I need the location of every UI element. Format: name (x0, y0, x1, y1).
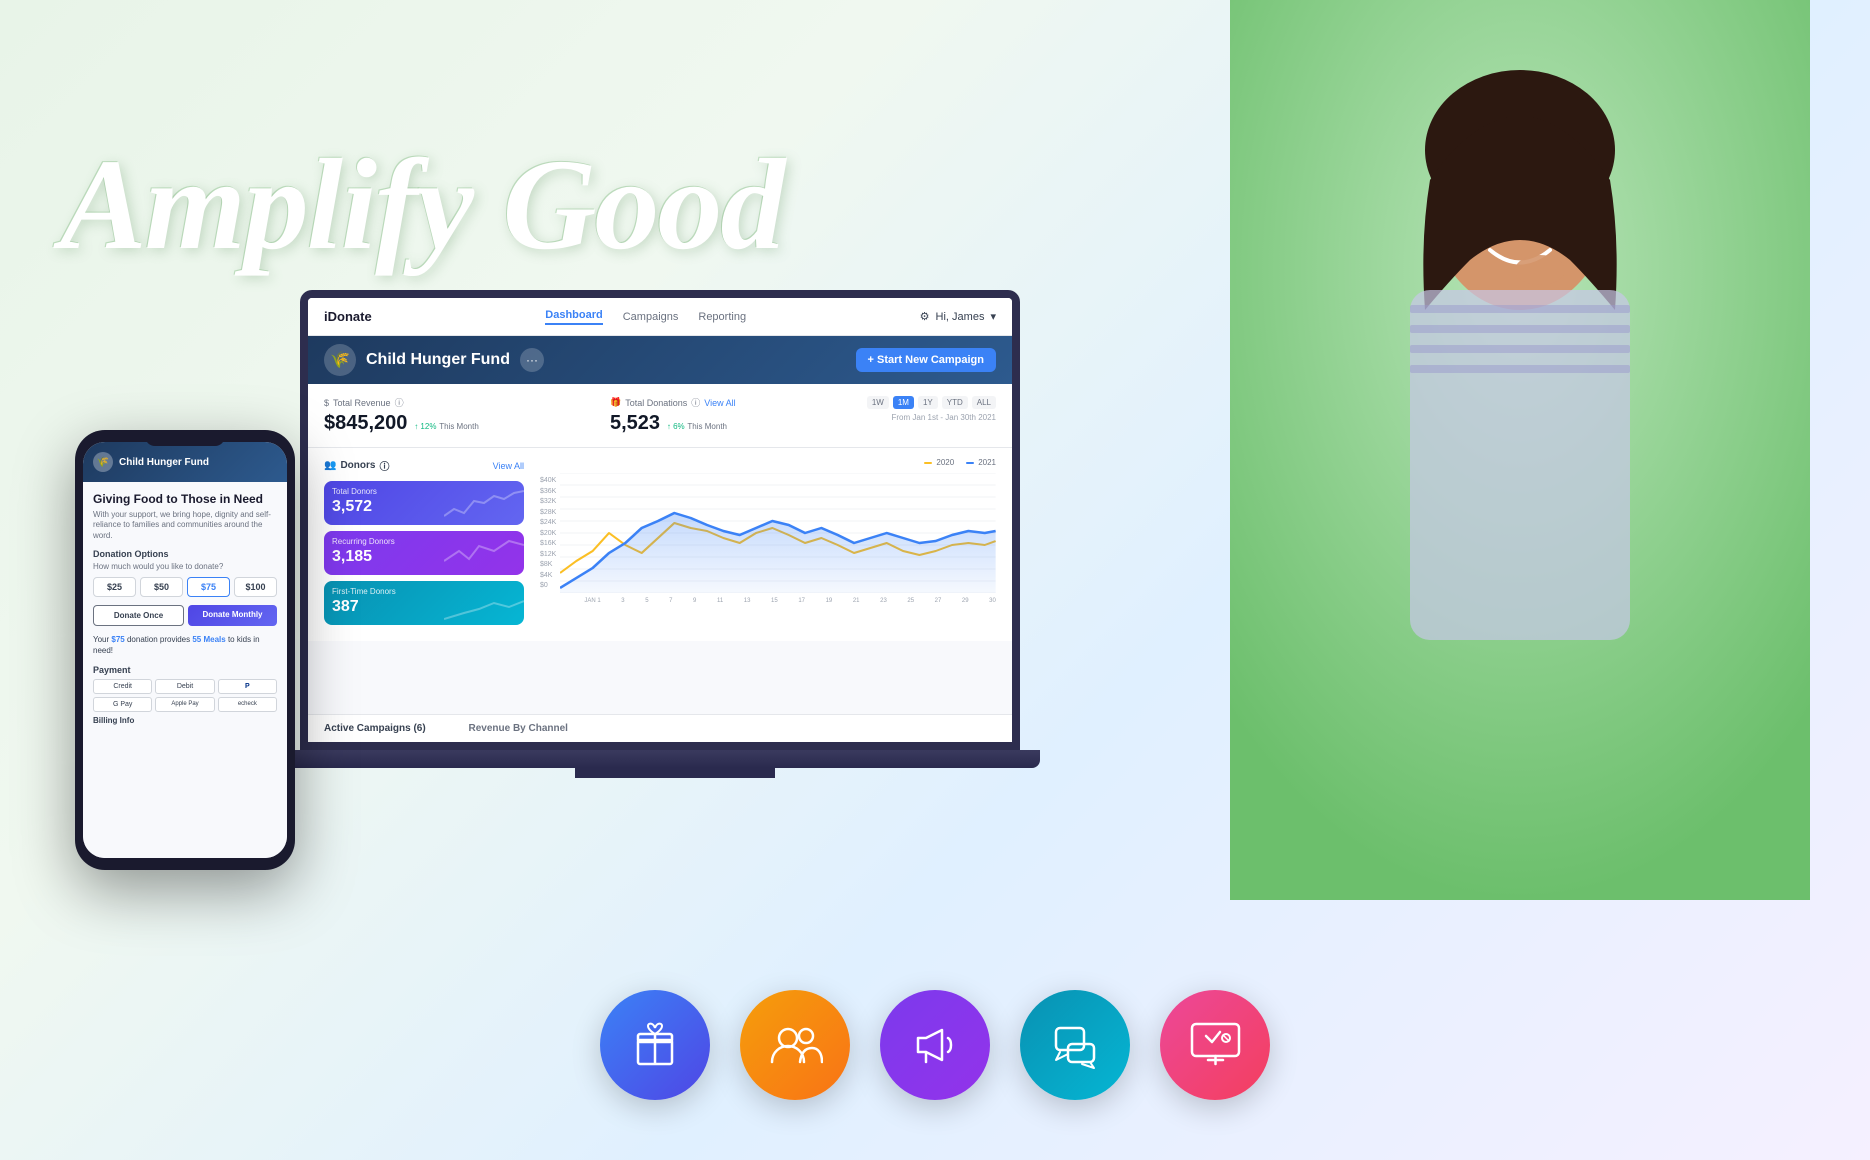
phone-notch (145, 430, 225, 446)
nav-reporting[interactable]: Reporting (698, 311, 746, 323)
revenue-value: $845,200 (324, 412, 407, 434)
phone-body: Giving Food to Those in Need With your s… (83, 482, 287, 858)
campaign-info: 🌾 Child Hunger Fund ··· (324, 344, 544, 376)
donation-amounts: $25 $50 $75 $100 (93, 577, 277, 597)
phone-header-icon: 🌾 (93, 452, 113, 472)
dashboard-header: iDonate Dashboard Campaigns Reporting ⚙ … (308, 298, 1012, 336)
donations-value: 5,523 (610, 412, 660, 434)
line-chart-section: 2020 2021 $40K$36K$32K$28K $24K$20K$16K$… (540, 458, 996, 631)
donations-sub: This Month (687, 422, 727, 431)
donations-change: ↑ 6% (667, 422, 685, 431)
laptop-container: iDonate Dashboard Campaigns Reporting ⚙ … (300, 290, 1050, 790)
phone-screen: 🌾 Child Hunger Fund Giving Food to Those… (83, 442, 287, 858)
laptop-screen: iDonate Dashboard Campaigns Reporting ⚙ … (300, 290, 1020, 750)
payment-echeck[interactable]: echeck (218, 697, 277, 712)
phone-campaign-title: Giving Food to Those in Need (93, 492, 277, 506)
legend-dot-2020 (924, 462, 932, 464)
time-filter-area: 1W 1M 1Y YTD ALL From Jan 1st - Jan 30th… (867, 396, 996, 422)
dashboard-logo: iDonate (324, 309, 372, 324)
donors-section: 👥 Donors ⓘ View All Total Donors 3,572 (324, 458, 524, 631)
bottom-icons (600, 990, 1270, 1100)
filter-ytd[interactable]: YTD (942, 396, 968, 409)
phone-header: 🌾 Child Hunger Fund (83, 442, 287, 482)
payment-methods: Credit Debit P G Pay Apple Pay echeck (93, 679, 277, 712)
campaign-menu-button[interactable]: ··· (520, 348, 544, 372)
gift-feature-icon[interactable] (600, 990, 710, 1100)
billing-info-label: Billing Info (93, 716, 277, 725)
donation-question: How much would you like to donate? (93, 562, 277, 571)
phone-frame: 🌾 Child Hunger Fund Giving Food to Those… (75, 430, 295, 870)
legend-2021: 2021 (966, 458, 996, 467)
total-donors-card: Total Donors 3,572 (324, 481, 524, 525)
campaign-icon: 🌾 (324, 344, 356, 376)
new-campaign-button[interactable]: + Start New Campaign (856, 348, 996, 372)
phone-container: 🌾 Child Hunger Fund Giving Food to Those… (75, 430, 305, 880)
payment-gpay[interactable]: G Pay (93, 697, 152, 712)
recurring-donors-card: Recurring Donors 3,185 (324, 531, 524, 575)
filter-1m[interactable]: 1M (893, 396, 914, 409)
donors-title: 👥 Donors ⓘ (324, 458, 389, 473)
revenue-sub: This Month (439, 422, 479, 431)
filter-1y[interactable]: 1Y (918, 396, 938, 409)
donate-once-button[interactable]: Donate Once (93, 605, 184, 626)
first-time-donors-card: First-Time Donors 387 (324, 581, 524, 625)
megaphone-feature-icon[interactable] (880, 990, 990, 1100)
amount-25[interactable]: $25 (93, 577, 136, 597)
donors-header: 👥 Donors ⓘ View All (324, 458, 524, 473)
chart-svg (560, 473, 996, 593)
charts-area: 👥 Donors ⓘ View All Total Donors 3,572 (308, 448, 1012, 641)
payment-debit[interactable]: Debit (155, 679, 214, 694)
amount-100[interactable]: $100 (234, 577, 277, 597)
phone-header-title: Child Hunger Fund (119, 457, 209, 468)
chart-canvas-area: JAN 13579 1113151719 212325272930 (560, 473, 996, 604)
total-donations-stat: 🎁 Total Donations ⓘ View All 5,523 ↑ 6% … (610, 396, 736, 435)
laptop-stand (575, 768, 775, 778)
donors-view-all[interactable]: View All (493, 461, 524, 471)
dashboard-nav: Dashboard Campaigns Reporting (545, 309, 746, 325)
donate-buttons: Donate Once Donate Monthly (93, 605, 277, 626)
users-feature-icon[interactable] (740, 990, 850, 1100)
woman-photo (1230, 0, 1810, 900)
chart-y-labels: $40K$36K$32K$28K $24K$20K$16K$12K $8K$4K… (540, 473, 556, 593)
dashboard-user: ⚙ Hi, James ▾ (920, 310, 996, 323)
stats-area: $ Total Revenue ⓘ $845,200 ↑ 12% This Mo… (308, 384, 1012, 448)
payment-title: Payment (93, 665, 277, 675)
legend-2020: 2020 (924, 458, 954, 467)
amount-75[interactable]: $75 (187, 577, 230, 597)
time-filters: 1W 1M 1Y YTD ALL (867, 396, 996, 409)
donation-options-title: Donation Options (93, 549, 277, 559)
phone-campaign-desc: With your support, we bring hope, dignit… (93, 510, 277, 541)
nav-campaigns[interactable]: Campaigns (623, 311, 679, 323)
revenue-label: $ Total Revenue ⓘ (324, 396, 479, 409)
date-range: From Jan 1st - Jan 30th 2021 (867, 413, 996, 422)
hero-title: Amplify Good (60, 140, 783, 270)
monitor-feature-icon[interactable] (1160, 990, 1270, 1100)
dashboard: iDonate Dashboard Campaigns Reporting ⚙ … (308, 298, 1012, 742)
revenue-change: ↑ 12% (414, 422, 436, 431)
impact-text: Your $75 donation provides 55 Meals to k… (93, 634, 277, 656)
campaign-name: Child Hunger Fund (366, 351, 510, 369)
filter-all[interactable]: ALL (972, 396, 996, 409)
filter-1w[interactable]: 1W (867, 396, 889, 409)
donations-view-all[interactable]: View All (704, 398, 735, 408)
payment-paypal[interactable]: P (218, 679, 277, 694)
legend-dot-2021 (966, 462, 974, 464)
campaign-banner: 🌾 Child Hunger Fund ··· + Start New Camp… (308, 336, 1012, 384)
chat-feature-icon[interactable] (1020, 990, 1130, 1100)
donate-monthly-button[interactable]: Donate Monthly (188, 605, 277, 626)
chart-legend: 2020 2021 (540, 458, 996, 467)
amount-50[interactable]: $50 (140, 577, 183, 597)
nav-dashboard[interactable]: Dashboard (545, 309, 602, 325)
chart-x-labels: JAN 13579 1113151719 212325272930 (560, 598, 996, 604)
payment-applepay[interactable]: Apple Pay (155, 697, 214, 712)
active-campaigns-bar: Active Campaigns (6) Revenue By Channel (308, 714, 1012, 742)
donations-label: 🎁 Total Donations ⓘ View All (610, 396, 736, 409)
payment-credit[interactable]: Credit (93, 679, 152, 694)
chart-wrapper: $40K$36K$32K$28K $24K$20K$16K$12K $8K$4K… (540, 473, 996, 604)
total-revenue-stat: $ Total Revenue ⓘ $845,200 ↑ 12% This Mo… (324, 396, 479, 435)
laptop-base (280, 750, 1040, 768)
